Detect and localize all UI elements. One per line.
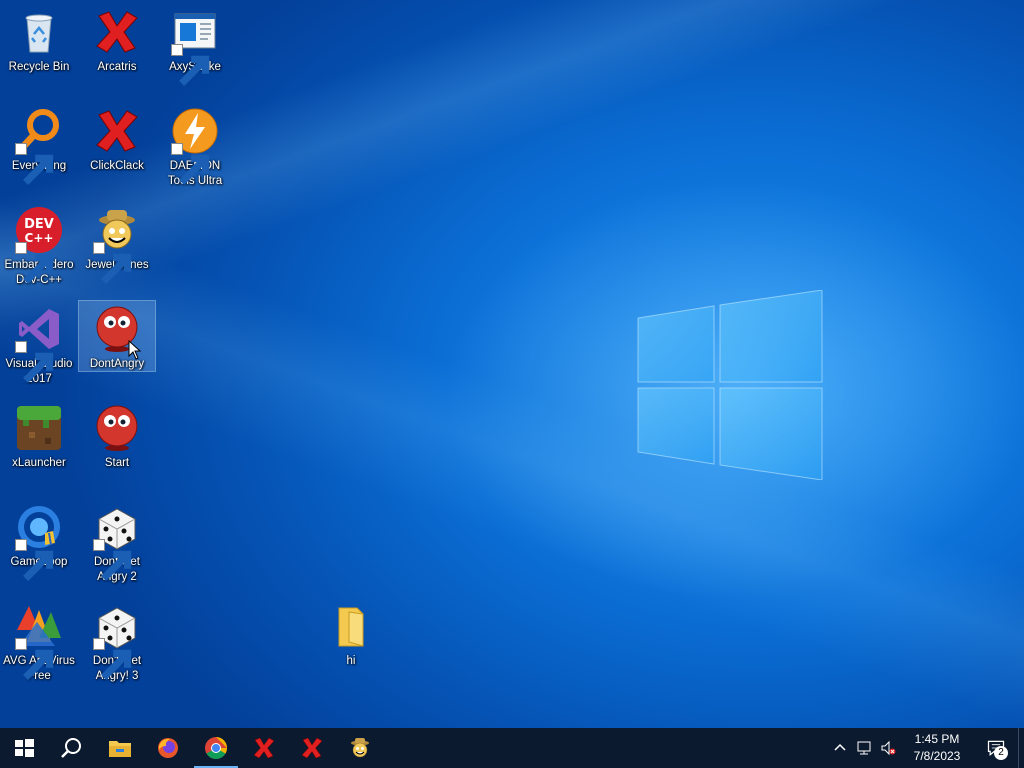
jewel-jones-task-button[interactable] <box>336 728 384 768</box>
dice-icon <box>93 602 141 680</box>
recycle-bin-icon <box>15 8 63 56</box>
desktop-icon-axysnake[interactable]: AxySnake <box>157 4 233 100</box>
action-center-button[interactable]: 2 <box>974 728 1018 768</box>
desktop-icon-recycle-bin[interactable]: Recycle Bin <box>1 4 77 100</box>
visual-studio-icon <box>15 305 63 383</box>
chevron-up-icon <box>834 743 846 751</box>
magnifier-orange-icon <box>15 107 63 185</box>
shortcut-arrow-icon <box>15 143 54 185</box>
windows-logo-icon <box>15 739 34 757</box>
shortcut-arrow-icon <box>15 341 54 383</box>
chrome-button[interactable] <box>192 728 240 768</box>
network-button[interactable] <box>852 728 876 768</box>
devcpp-icon: DEV C++ <box>15 206 63 284</box>
desktop-icon-jewel-jones[interactable]: Jewel Jones <box>79 202 155 298</box>
wallpaper-windows-logo <box>637 290 823 480</box>
desktop-icon-devcpp[interactable]: DEV C++ Embarcadero Dev-C++ <box>1 202 77 298</box>
shortcut-arrow-icon <box>171 143 210 185</box>
minecraft-block-icon <box>15 404 63 452</box>
taskbar: 1:45 PM 7/8/2023 2 <box>0 728 1024 768</box>
window-app-icon <box>171 8 219 86</box>
dice-icon <box>93 503 141 581</box>
lightning-orange-icon <box>171 107 219 185</box>
notification-count-badge: 2 <box>994 746 1008 760</box>
start-button[interactable] <box>0 728 48 768</box>
desktop-icon-clickclack[interactable]: ClickClack <box>79 103 155 199</box>
shortcut-arrow-icon <box>15 638 54 680</box>
desktop-icon-xlauncher[interactable]: xLauncher <box>1 400 77 496</box>
clickclack-task-button[interactable] <box>288 728 336 768</box>
taskbar-clock[interactable]: 1:45 PM 7/8/2023 <box>900 731 974 765</box>
red-x-icon <box>301 737 323 759</box>
volume-muted-icon <box>881 740 896 756</box>
avg-icon <box>15 602 63 680</box>
svg-text:DEV: DEV <box>24 217 54 232</box>
jewel-jones-icon <box>93 206 141 284</box>
red-x-icon <box>253 737 275 759</box>
red-x-icon <box>93 107 141 155</box>
network-icon <box>857 741 871 755</box>
desktop-icon-everything[interactable]: Everything <box>1 103 77 199</box>
chrome-icon <box>205 737 227 759</box>
desktop-icon-dont-get-angry-3[interactable]: Don't Get Angry! 3 <box>79 598 155 694</box>
firefox-icon <box>158 738 178 758</box>
clock-date: 7/8/2023 <box>913 749 961 763</box>
desktop-icon-label: Start <box>104 457 130 469</box>
desktop-icon-hi-folder[interactable]: hi <box>313 598 389 694</box>
desktop-icon-arcatris[interactable]: Arcatris <box>79 4 155 100</box>
folder-icon <box>327 602 375 650</box>
desktop-icon-label: Recycle Bin <box>8 61 70 73</box>
jewel-jones-icon <box>351 738 369 758</box>
mouse-cursor-icon <box>128 340 142 360</box>
clock-time: 1:45 PM <box>914 732 960 746</box>
desktop-icon-dont-get-angry-2[interactable]: Dont Get Angry 2 <box>79 499 155 595</box>
red-x-icon <box>93 8 141 56</box>
gameloop-icon <box>15 503 63 581</box>
search-icon <box>61 738 81 758</box>
search-button[interactable] <box>48 728 96 768</box>
desktop-icon-label: hi <box>346 655 356 667</box>
desktop-icon-label: ClickClack <box>90 160 144 172</box>
firefox-button[interactable] <box>144 728 192 768</box>
show-desktop-button[interactable] <box>1018 728 1024 768</box>
system-tray: 1:45 PM 7/8/2023 2 <box>828 728 1024 768</box>
volume-button[interactable] <box>876 728 900 768</box>
arcatris-task-button[interactable] <box>240 728 288 768</box>
desktop-icon-avg-antivirus[interactable]: AVG AntiVirus Free <box>1 598 77 694</box>
folder-icon <box>109 741 131 757</box>
shortcut-arrow-icon <box>171 44 210 86</box>
shortcut-arrow-icon <box>15 242 54 284</box>
show-hidden-icons-button[interactable] <box>828 728 852 768</box>
desktop-icon-visual-studio[interactable]: Visual Studio 2017 <box>1 301 77 397</box>
file-explorer-button[interactable] <box>96 728 144 768</box>
desktop-icon-label: xLauncher <box>12 457 66 469</box>
shortcut-arrow-icon <box>93 242 132 284</box>
desktop-icon-label: Arcatris <box>97 61 137 73</box>
desktop-icon-label: DontAngry <box>89 358 145 370</box>
red-ball-face-icon <box>93 404 141 452</box>
desktop-icon-start[interactable]: Start <box>79 400 155 496</box>
shortcut-arrow-icon <box>93 638 132 680</box>
desktop-icon-dontangry[interactable]: DontAngry <box>78 300 156 372</box>
desktop-icon-daemon-tools[interactable]: DAEMON Tools Ultra <box>157 103 233 199</box>
shortcut-arrow-icon <box>93 539 132 581</box>
desktop-icon-gameloop[interactable]: GameLoop <box>1 499 77 595</box>
shortcut-arrow-icon <box>15 539 54 581</box>
